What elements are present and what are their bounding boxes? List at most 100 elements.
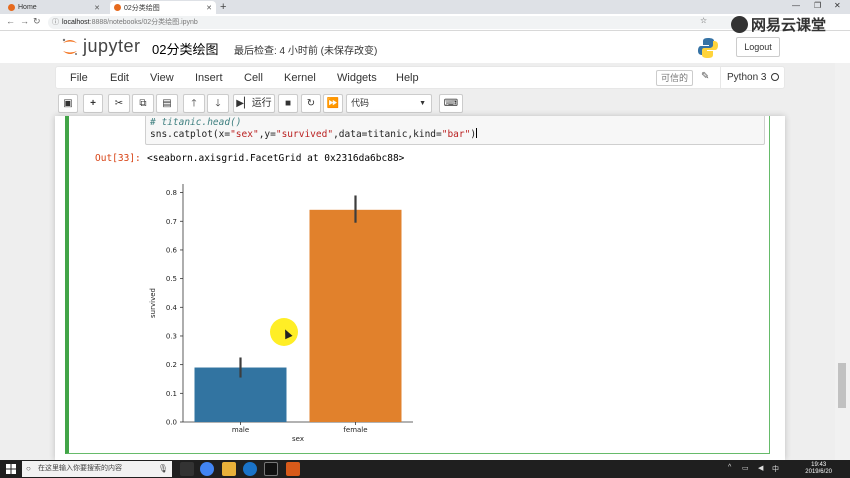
bar-female <box>309 209 402 422</box>
close-icon[interactable]: ✕ <box>94 4 100 12</box>
jupyter-favicon-icon <box>8 4 15 11</box>
output-text: <seaborn.axisgrid.FacetGrid at 0x2316da6… <box>147 153 405 164</box>
plus-icon: + <box>90 98 96 109</box>
code-token: sns.catplot(x= <box>150 129 231 140</box>
x-axis-label: sex <box>292 435 304 443</box>
y-axis-label: survived <box>149 288 157 318</box>
terminal-icon[interactable] <box>264 462 278 476</box>
kernel-name: Python 3 <box>727 72 767 83</box>
taskbar: ○ 在这里输入你要搜索的内容 🎙 ^ ▭ ◀ 中 19:43 2019/6/20 <box>0 460 850 478</box>
browser-tab-home[interactable]: Home ✕ <box>4 1 104 14</box>
notebook-container: # titanic.head() sns.catplot(x="sex",y="… <box>55 116 785 460</box>
jupyter-header: jupyter 02分类绘图 最后检查: 4 小时前 (未保存改变) Logou… <box>0 31 850 63</box>
tray-chevron-icon[interactable]: ^ <box>728 464 731 471</box>
watermark-logo-icon <box>730 16 748 33</box>
y-tick-label: 0.8 <box>166 189 177 197</box>
code-line-comment: # titanic.head() <box>150 117 242 128</box>
url-host: localhost <box>62 19 90 26</box>
chrome-icon[interactable] <box>200 462 214 476</box>
y-tick-label: 0.1 <box>166 390 177 398</box>
browser-tab-label: 02分类绘图 <box>124 4 160 12</box>
clock-time: 19:43 <box>811 462 827 468</box>
keyboard-icon: ⌨ <box>443 98 459 109</box>
run-button[interactable]: ▶▏运行 <box>233 94 275 113</box>
window-close-icon[interactable]: ✕ <box>834 1 841 10</box>
paste-icon: ▤ <box>162 98 172 109</box>
text-cursor <box>476 128 478 138</box>
cut-button[interactable]: ✂ <box>108 94 130 113</box>
minimize-icon[interactable]: — <box>792 1 800 10</box>
star-icon[interactable]: ☆ <box>700 16 707 25</box>
jupyter-favicon-icon <box>114 4 121 11</box>
search-placeholder: 在这里输入你要搜索的内容 <box>38 465 122 472</box>
browser-tab-strip: Home ✕ 02分类绘图 ✕ + — ❐ ✕ <box>0 0 850 14</box>
scrollbar-thumb[interactable] <box>838 363 846 408</box>
arrow-down-icon: 🡓 <box>215 98 221 109</box>
menu-insert[interactable]: Insert <box>195 72 223 84</box>
menu-file[interactable]: File <box>70 72 88 84</box>
browser-tab-label: Home <box>18 4 37 11</box>
notebook-title[interactable]: 02分类绘图 <box>152 39 218 58</box>
microphone-icon[interactable]: 🎙 <box>158 461 168 477</box>
cell-type-value: 代码 <box>351 98 370 108</box>
paste-button[interactable]: ▤ <box>156 94 178 113</box>
insert-cell-button[interactable]: + <box>83 94 103 113</box>
reload-icon[interactable]: ↻ <box>33 16 41 27</box>
jupyter-logo-icon[interactable] <box>60 37 80 57</box>
interrupt-button[interactable]: ■ <box>278 94 298 113</box>
chevron-down-icon: ▼ <box>419 100 426 107</box>
back-icon[interactable]: ← <box>6 16 15 26</box>
network-icon[interactable]: ▭ <box>742 464 749 472</box>
app-icon[interactable] <box>286 462 300 476</box>
maximize-icon[interactable]: ❐ <box>814 1 821 10</box>
y-tick-label: 0.0 <box>166 419 177 427</box>
close-icon[interactable]: ✕ <box>206 4 212 12</box>
menu-widgets[interactable]: Widgets <box>337 72 377 84</box>
menu-cell[interactable]: Cell <box>244 72 263 84</box>
logout-button[interactable]: Logout <box>736 37 780 57</box>
move-up-button[interactable]: 🡑 <box>183 94 205 113</box>
python-logo-icon <box>698 38 718 58</box>
windows-start-icon[interactable] <box>6 464 16 474</box>
taskbar-clock[interactable]: 19:43 2019/6/20 <box>805 462 832 476</box>
browser-tab-notebook[interactable]: 02分类绘图 ✕ <box>110 1 216 14</box>
save-button[interactable]: ▣ <box>58 94 78 113</box>
watermark-text: 网易云课堂 <box>750 17 826 34</box>
menu-edit[interactable]: Edit <box>110 72 129 84</box>
fast-forward-icon: ⏩ <box>326 98 340 109</box>
restart-run-all-button[interactable]: ⏩ <box>323 94 343 113</box>
code-editor[interactable]: # titanic.head() sns.catplot(x="sex",y="… <box>145 116 765 145</box>
move-down-button[interactable]: 🡓 <box>207 94 229 113</box>
x-tick-label: male <box>232 426 249 434</box>
menu-help[interactable]: Help <box>396 72 419 84</box>
restart-button[interactable]: ↻ <box>301 94 321 113</box>
stop-icon: ■ <box>284 98 292 109</box>
trusted-badge[interactable]: 可信的 <box>656 70 694 86</box>
menu-view[interactable]: View <box>150 72 174 84</box>
pencil-icon[interactable]: ✎ <box>701 71 709 82</box>
bar-chart: 0.0 0.1 0.2 0.3 0.4 0.5 0.6 0.7 0.8 male female sex… <box>149 184 413 443</box>
task-view-icon[interactable] <box>180 462 194 476</box>
y-tick-label: 0.7 <box>166 218 177 226</box>
new-tab-icon[interactable]: + <box>220 1 226 13</box>
address-bar: ← → ↻ ⓘ localhost:8888/notebooks/02分类绘图.… <box>0 14 850 31</box>
checkpoint-status: 最后检查: 4 小时前 (未保存改变) <box>234 46 378 57</box>
page-scrollbar[interactable] <box>835 63 850 460</box>
y-tick-label: 0.6 <box>166 246 178 254</box>
file-explorer-icon[interactable] <box>222 462 236 476</box>
forward-icon[interactable]: → <box>20 16 29 26</box>
cell-type-select[interactable]: 代码 ▼ <box>346 94 432 113</box>
ime-icon[interactable]: 中 <box>772 464 779 474</box>
menu-kernel[interactable]: Kernel <box>284 72 316 84</box>
kernel-status-icon <box>771 73 780 81</box>
copy-button[interactable]: ⧉ <box>132 94 154 113</box>
taskbar-search-input[interactable]: ○ 在这里输入你要搜索的内容 🎙 <box>22 461 172 477</box>
volume-icon[interactable]: ◀ <box>758 464 763 472</box>
run-label: 运行 <box>251 98 272 109</box>
url-input[interactable]: ⓘ localhost:8888/notebooks/02分类绘图.ipynb <box>48 16 738 29</box>
scissors-icon: ✂ <box>114 98 124 109</box>
y-tick-label: 0.5 <box>166 275 177 283</box>
run-icon: ▶▏ <box>236 98 252 109</box>
command-palette-button[interactable]: ⌨ <box>439 94 463 113</box>
browser-icon[interactable] <box>243 462 257 476</box>
